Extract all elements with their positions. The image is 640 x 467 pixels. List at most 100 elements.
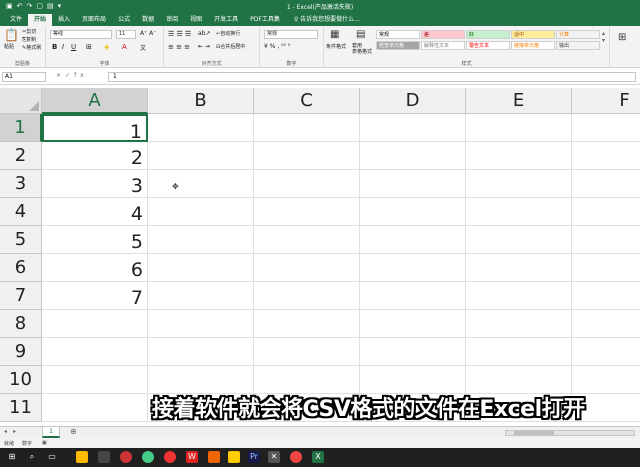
cell-e7[interactable] [466,282,572,310]
cell-e5[interactable] [466,226,572,254]
row-header-1[interactable]: 1 [0,114,42,142]
tell-me-search[interactable]: ♀ 告诉我您想要做什么... [286,14,360,26]
column-header-f[interactable]: F [572,88,640,114]
gallery-scroll-icon[interactable]: ▴ ▾ [602,30,605,44]
cell-f2[interactable] [572,142,640,170]
cell-f6[interactable] [572,254,640,282]
phonetic-icon[interactable]: 文 [140,43,146,52]
taskbar-app-icon[interactable] [98,451,110,463]
cell-e8[interactable] [466,310,572,338]
cell-d4[interactable] [360,198,466,226]
cell-a6[interactable]: 6 [42,254,148,282]
macro-record-icon[interactable]: ▣ [42,440,47,446]
paste-icon[interactable]: 📋 [4,28,19,42]
function-icon[interactable]: fx [74,72,88,79]
media-player-icon[interactable] [164,451,176,463]
font-size-select[interactable]: 11 [116,30,136,39]
cell-f5[interactable] [572,226,640,254]
tab-insert[interactable]: 插入 [52,14,76,26]
file-explorer-icon[interactable] [76,451,88,463]
scrollbar-thumb[interactable] [514,431,554,435]
select-all-corner[interactable] [0,88,42,114]
underline-icon[interactable]: U [71,43,76,51]
cell-d7[interactable] [360,282,466,310]
orientation-icon[interactable]: ab↗ [198,30,211,37]
cell-c10[interactable] [254,366,360,394]
sheet-nav-arrows[interactable]: ◂▸ [4,428,22,435]
cell-b6[interactable] [148,254,254,282]
tab-formulas[interactable]: 公式 [112,14,136,26]
windows-start-icon[interactable]: ⊞ [6,451,18,463]
cell-f10[interactable] [572,366,640,394]
cell-style-6[interactable]: 解释性文本 [421,41,465,50]
cell-b3[interactable] [148,170,254,198]
cell-a3[interactable]: 3 [42,170,148,198]
cell-a7[interactable]: 7 [42,282,148,310]
cell-e3[interactable] [466,170,572,198]
cell-c5[interactable] [254,226,360,254]
copy-button[interactable]: ⎘复制 [22,36,36,43]
cell-a8[interactable] [42,310,148,338]
row-header-6[interactable]: 6 [0,254,42,282]
column-header-a[interactable]: A [42,88,148,114]
office-icon[interactable] [208,451,220,463]
cell-a2[interactable]: 2 [42,142,148,170]
cell-d8[interactable] [360,310,466,338]
cell-e9[interactable] [466,338,572,366]
cell-b4[interactable] [148,198,254,226]
cell-f1[interactable] [572,114,640,142]
sheet-tab-1[interactable]: 1 [42,427,60,438]
cell-e6[interactable] [466,254,572,282]
cell-a4[interactable]: 4 [42,198,148,226]
search-icon[interactable]: ⌕ [26,451,38,463]
row-header-11[interactable]: 11 [0,394,42,422]
enter-icon[interactable]: ✓ [65,72,74,79]
cell-b1[interactable] [148,114,254,142]
tab-home[interactable]: 开始 [28,14,53,26]
format-table-icon[interactable]: ▤ [356,29,365,40]
cell-e1[interactable] [466,114,572,142]
excel-taskbar-icon[interactable]: X [312,451,324,463]
tab-developer[interactable]: 开发工具 [208,14,244,26]
number-format-select[interactable]: 常规 [264,30,318,39]
cell-a9[interactable] [42,338,148,366]
tab-data[interactable]: 数据 [136,14,160,26]
row-header-8[interactable]: 8 [0,310,42,338]
row-header-2[interactable]: 2 [0,142,42,170]
spreadsheet-grid[interactable]: A B C D E F 1 1 2 2 3 3 4 4 5 5 6 6 7 7 8 9 10 11 [0,88,640,426]
task-view-icon[interactable]: ▭ [46,451,58,463]
paste-button[interactable]: 粘贴 [4,43,14,50]
align-top-icon[interactable]: ☰ ☰ ☰ [168,30,191,38]
cell-c7[interactable] [254,282,360,310]
column-header-d[interactable]: D [360,88,466,114]
tab-page-layout[interactable]: 页面布局 [76,14,112,26]
cell-c2[interactable] [254,142,360,170]
format-table-button[interactable]: 套用 表格格式 [352,43,372,55]
cell-style-3[interactable]: 适中 [511,30,555,39]
insert-cells-icon[interactable]: ⊞ [618,32,626,43]
italic-icon[interactable]: I [62,43,64,51]
grow-font-icon[interactable]: A⁺ A⁻ [140,30,156,37]
align-left-icon[interactable]: ≡ ≡ ≡ [168,43,190,51]
cell-b8[interactable] [148,310,254,338]
column-header-b[interactable]: B [148,88,254,114]
conditional-format-button[interactable]: 条件格式 [326,43,346,50]
cell-c3[interactable] [254,170,360,198]
tab-pdf-tools[interactable]: PDF工具集 [244,14,286,26]
formula-input[interactable]: 1 [108,72,636,82]
row-header-4[interactable]: 4 [0,198,42,226]
cell-f7[interactable] [572,282,640,310]
cell-d5[interactable] [360,226,466,254]
cell-b5[interactable] [148,226,254,254]
cell-style-7[interactable]: 警告文本 [466,41,510,50]
cell-d9[interactable] [360,338,466,366]
cell-f8[interactable] [572,310,640,338]
cell-d1[interactable] [360,114,466,142]
cell-a1[interactable]: 1 [42,114,148,143]
row-header-5[interactable]: 5 [0,226,42,254]
horizontal-scrollbar[interactable] [505,430,635,436]
border-icon[interactable]: ⊞ [86,43,92,51]
cell-f4[interactable] [572,198,640,226]
record-app-icon[interactable] [120,451,132,463]
currency-icon[interactable]: ¥ % , ⁰⁰ ⁰ [264,43,290,50]
